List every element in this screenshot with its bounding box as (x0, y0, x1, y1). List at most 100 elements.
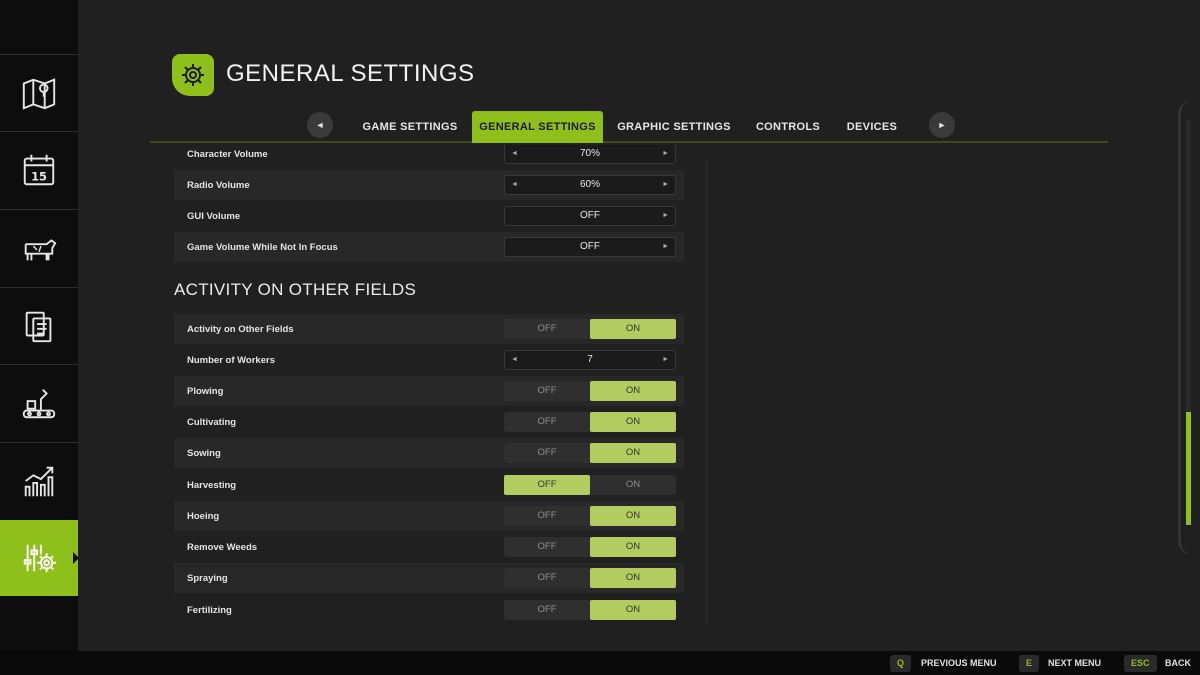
key-esc-badge[interactable]: ESC (1124, 655, 1157, 672)
setting-label: Character Volume (187, 148, 268, 160)
activity-toggle[interactable]: OFF ON (504, 319, 676, 339)
sidebar: 15 (0, 0, 79, 651)
setting-label: Cultivating (187, 416, 237, 428)
arrow-right-icon[interactable]: ► (662, 351, 669, 369)
tab-bar: ◄ GAME SETTINGS GENERAL SETTINGS GRAPHIC… (150, 108, 1108, 143)
toggle-on[interactable]: ON (590, 319, 676, 339)
next-menu-button[interactable]: NEXT MENU (1048, 655, 1101, 672)
sidebar-item-contracts[interactable] (0, 287, 78, 363)
setting-row-fertilizing: Fertilizing OFF ON (174, 595, 684, 625)
setting-label: Game Volume While Not In Focus (187, 241, 338, 253)
fertilizing-toggle[interactable]: OFF ON (504, 600, 676, 620)
setting-label: Remove Weeds (187, 541, 258, 553)
key-q-badge[interactable]: Q (890, 655, 912, 672)
character-volume-selector[interactable]: ◄ 70% ► (504, 145, 676, 164)
sowing-toggle[interactable]: OFF ON (504, 443, 676, 463)
setting-row-cultivating: Cultivating OFF ON (174, 407, 684, 437)
toggle-on[interactable]: ON (590, 506, 676, 526)
selector-value: 60% (579, 179, 600, 190)
toggle-off[interactable]: OFF (504, 319, 590, 339)
toggle-off[interactable]: OFF (504, 506, 590, 526)
setting-label: Radio Volume (187, 179, 250, 191)
toggle-off[interactable]: OFF (504, 381, 590, 401)
toggle-on[interactable]: ON (590, 475, 676, 495)
statistics-icon (24, 466, 54, 496)
page-title: GENERAL SETTINGS (226, 60, 475, 87)
toggle-on[interactable]: ON (590, 537, 676, 557)
sidebar-item-statistics[interactable] (0, 442, 78, 518)
cow-icon (24, 238, 57, 260)
tab-general-settings[interactable]: GENERAL SETTINGS (472, 111, 603, 143)
setting-row-character-volume: Character Volume ◄ 70% ► (174, 145, 684, 169)
sidebar-item-settings[interactable] (0, 520, 79, 596)
selector-value: 7 (587, 354, 593, 365)
tab-devices[interactable]: DEVICES (836, 111, 908, 143)
toggle-on[interactable]: ON (590, 381, 676, 401)
tab-next-button[interactable]: ► (929, 112, 955, 138)
toggle-off[interactable]: OFF (504, 537, 590, 557)
setting-row-number-of-workers: Number of Workers ◄ 7 ► (174, 345, 684, 375)
production-icon (22, 388, 56, 418)
toggle-on[interactable]: ON (590, 412, 676, 432)
toggle-on[interactable]: ON (590, 568, 676, 588)
selector-value: 70% (579, 148, 600, 159)
arrow-left-icon[interactable]: ◄ (511, 145, 518, 163)
setting-row-sowing: Sowing OFF ON (174, 438, 684, 468)
tab-graphic-settings[interactable]: GRAPHIC SETTINGS (608, 111, 740, 143)
sidebar-item-map[interactable] (0, 54, 78, 130)
gui-volume-selector[interactable]: OFF ► (504, 206, 676, 226)
setting-label: Fertilizing (187, 604, 232, 616)
setting-row-remove-weeds: Remove Weeds OFF ON (174, 532, 684, 562)
game-volume-focus-selector[interactable]: OFF ► (504, 237, 676, 257)
setting-row-harvesting: Harvesting OFF ON (174, 470, 684, 500)
spraying-toggle[interactable]: OFF ON (504, 568, 676, 588)
tab-controls[interactable]: CONTROLS (744, 111, 832, 143)
setting-row-game-volume-not-in-focus: Game Volume While Not In Focus OFF ► (174, 232, 684, 262)
back-button[interactable]: BACK (1165, 655, 1191, 672)
toggle-off[interactable]: OFF (504, 600, 590, 620)
toggle-off[interactable]: OFF (504, 412, 590, 432)
arrow-right-icon[interactable]: ► (662, 145, 669, 163)
arrow-left-icon[interactable]: ◄ (511, 351, 518, 369)
setting-row-radio-volume: Radio Volume ◄ 60% ► (174, 170, 684, 200)
cultivating-toggle[interactable]: OFF ON (504, 412, 676, 432)
sidebar-item-calendar[interactable]: 15 (0, 131, 78, 207)
toggle-on[interactable]: ON (590, 443, 676, 463)
radio-volume-selector[interactable]: ◄ 60% ► (504, 175, 676, 195)
remove-weeds-toggle[interactable]: OFF ON (504, 537, 676, 557)
arrow-left-icon[interactable]: ◄ (511, 176, 518, 194)
footer-bar: Q PREVIOUS MENU E NEXT MENU ESC BACK (0, 651, 1200, 675)
key-e-badge[interactable]: E (1019, 655, 1040, 672)
selector-value: OFF (580, 210, 600, 221)
toggle-off[interactable]: OFF (504, 443, 590, 463)
setting-row-activity-on-other-fields: Activity on Other Fields OFF ON (174, 314, 684, 344)
sidebar-item-production[interactable] (0, 364, 78, 440)
setting-row-spraying: Spraying OFF ON (174, 563, 684, 593)
setting-label: Sowing (187, 447, 221, 459)
number-of-workers-selector[interactable]: ◄ 7 ► (504, 350, 676, 370)
panel-divider (706, 160, 707, 626)
setting-row-hoeing: Hoeing OFF ON (174, 501, 684, 531)
setting-label: Plowing (187, 385, 224, 397)
arrow-right-icon[interactable]: ► (662, 176, 669, 194)
setting-row-gui-volume: GUI Volume OFF ► (174, 201, 684, 231)
calendar-icon: 15 (23, 154, 55, 185)
contracts-icon (25, 311, 52, 342)
toggle-on[interactable]: ON (590, 600, 676, 620)
tab-prev-button[interactable]: ◄ (307, 112, 333, 138)
sidebar-item-animals[interactable] (0, 209, 78, 285)
toggle-off[interactable]: OFF (504, 475, 590, 495)
hoeing-toggle[interactable]: OFF ON (504, 506, 676, 526)
previous-menu-button[interactable]: PREVIOUS MENU (921, 655, 997, 672)
toggle-off[interactable]: OFF (504, 568, 590, 588)
setting-label: GUI Volume (187, 210, 241, 222)
arrow-right-icon[interactable]: ► (662, 238, 669, 256)
scrollbar-thumb[interactable] (1186, 412, 1191, 525)
setting-label: Hoeing (187, 510, 220, 522)
harvesting-toggle[interactable]: OFF ON (504, 475, 676, 495)
plowing-toggle[interactable]: OFF ON (504, 381, 676, 401)
tab-game-settings[interactable]: GAME SETTINGS (352, 111, 468, 143)
arrow-right-icon[interactable]: ► (662, 207, 669, 225)
setting-label: Harvesting (187, 479, 237, 491)
settings-icon (23, 544, 57, 573)
